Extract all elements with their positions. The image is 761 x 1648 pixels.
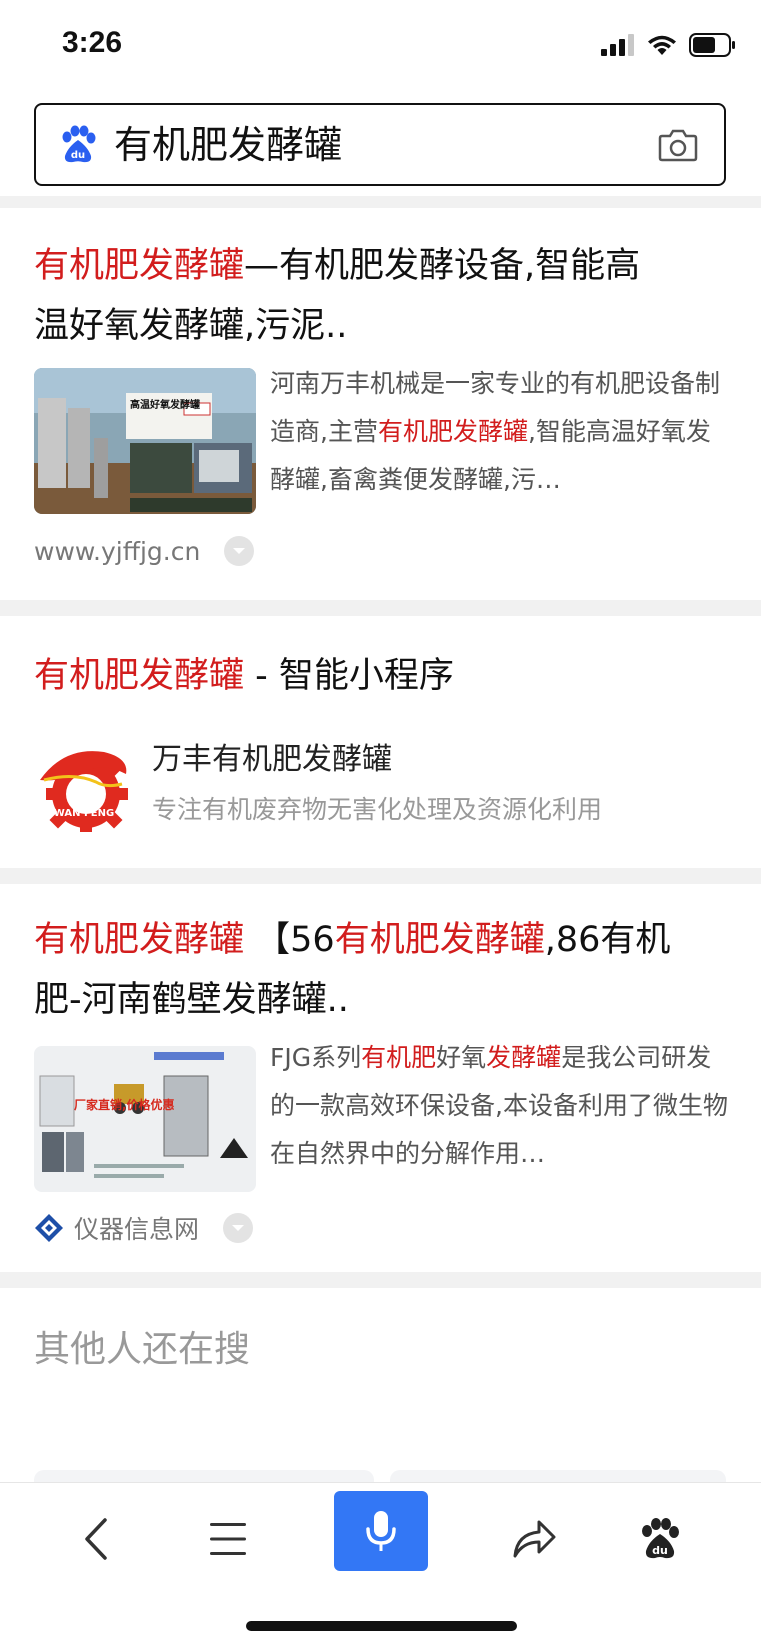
svg-text:du: du bbox=[652, 1544, 668, 1557]
battery-icon bbox=[689, 33, 735, 57]
instrument-site-logo-icon bbox=[35, 1214, 63, 1242]
abstract-highlight-2: 发酵罐 bbox=[486, 1043, 562, 1072]
thumbnail-caption: 高温好氧发酵罐 bbox=[130, 400, 200, 411]
separator bbox=[0, 1272, 761, 1288]
result-card-3[interactable]: 有机肥发酵罐 【56有机肥发酵罐,86有机 肥-河南鹤壁发酵罐.. 厂家直销,价… bbox=[0, 884, 761, 1272]
related-search-chip[interactable] bbox=[390, 1470, 726, 1482]
baidu-logo-icon: du bbox=[62, 125, 96, 163]
share-button[interactable] bbox=[504, 1509, 564, 1569]
mini-program-name[interactable]: 万丰有机肥发酵罐 bbox=[152, 734, 392, 778]
back-arrow-icon bbox=[85, 1518, 107, 1560]
status-icons bbox=[601, 32, 735, 58]
abstract-highlight: 有机肥 bbox=[361, 1043, 437, 1072]
title-text: - 智能小程序 bbox=[244, 656, 454, 696]
related-searches-title: 其他人还在搜 bbox=[34, 1329, 251, 1370]
more-options-button[interactable] bbox=[224, 536, 255, 566]
thumbnail-image bbox=[34, 1046, 256, 1192]
title-text: —有机肥发酵设备,智能高 bbox=[244, 246, 641, 286]
result-source[interactable]: 仪器信息网 bbox=[34, 1210, 254, 1246]
voice-search-button[interactable] bbox=[334, 1491, 428, 1571]
separator bbox=[0, 868, 761, 884]
title-text-line2: 温好氧发酵罐,污泥.. bbox=[34, 306, 348, 346]
result-abstract: 河南万丰机械是一家专业的有机肥设备制造商,主营有机肥发酵罐,智能高温好氧发酵罐,… bbox=[270, 360, 730, 504]
search-box[interactable]: du 有机肥发酵罐 bbox=[34, 103, 726, 186]
baidu-paw-icon: du bbox=[642, 1518, 679, 1559]
result-abstract: FJG系列有机肥好氧发酵罐是我公司研发的一款高效环保设备,本设备利用了微生物在自… bbox=[270, 1034, 730, 1178]
status-time: 3:26 bbox=[62, 26, 123, 59]
menu-icon bbox=[210, 1523, 246, 1555]
wifi-icon bbox=[648, 35, 676, 55]
chevron-down-icon bbox=[232, 1225, 245, 1231]
abstract-highlight: 有机肥发酵罐 bbox=[377, 417, 528, 446]
mini-program-description: 专注有机废弃物无害化处理及资源化利用 bbox=[152, 795, 603, 824]
thumbnail-image bbox=[34, 368, 256, 514]
svg-text:WAN FENG: WAN FENG bbox=[54, 808, 114, 819]
related-search-chip[interactable] bbox=[34, 1470, 374, 1482]
title-highlight: 有机肥发酵罐 bbox=[34, 246, 245, 286]
camera-icon[interactable] bbox=[658, 127, 698, 163]
chevron-down-icon bbox=[233, 548, 246, 554]
related-searches: 其他人还在搜 bbox=[0, 1288, 761, 1482]
title-highlight: 有机肥发酵罐 bbox=[34, 656, 245, 696]
title-text: 【56 bbox=[244, 920, 335, 960]
home-indicator[interactable] bbox=[246, 1621, 517, 1631]
share-icon bbox=[513, 1520, 556, 1558]
more-options-button[interactable] bbox=[223, 1213, 254, 1243]
result-title[interactable]: 有机肥发酵罐 【56有机肥发酵罐,86有机 肥-河南鹤壁发酵罐.. bbox=[34, 910, 734, 1030]
search-query[interactable]: 有机肥发酵罐 bbox=[114, 119, 342, 171]
result-source[interactable]: www.yjffjg.cn bbox=[34, 536, 255, 566]
title-highlight: 有机肥发酵罐 bbox=[34, 920, 245, 960]
title-text-line2: 肥-河南鹤壁发酵罐.. bbox=[34, 980, 349, 1020]
abstract-text: FJG系列 bbox=[270, 1043, 362, 1072]
title-highlight-2: 有机肥发酵罐 bbox=[334, 920, 545, 960]
result-thumbnail[interactable]: 高温好氧发酵罐 bbox=[34, 368, 256, 514]
wanfeng-logo-icon: WAN FENG bbox=[40, 751, 128, 832]
bottom-nav-bar: du bbox=[0, 1482, 761, 1648]
svg-text:du: du bbox=[71, 150, 85, 161]
title-text-2: ,86有机 bbox=[544, 920, 671, 960]
separator bbox=[0, 196, 761, 208]
back-button[interactable] bbox=[66, 1509, 126, 1569]
thumbnail-caption: 厂家直销,价格优惠 bbox=[74, 1098, 175, 1112]
result-title[interactable]: 有机肥发酵罐 - 智能小程序 bbox=[34, 646, 734, 706]
separator bbox=[0, 600, 761, 616]
baidu-home-button[interactable]: du bbox=[630, 1509, 690, 1569]
status-bar: 3:26 bbox=[0, 0, 761, 92]
cellular-signal-icon bbox=[601, 34, 634, 56]
result-card-2[interactable]: 有机肥发酵罐 - 智能小程序 WAN FENG 万丰有机肥发酵罐 专注有机废弃物… bbox=[0, 616, 761, 868]
menu-button[interactable] bbox=[198, 1509, 258, 1569]
source-name[interactable]: 仪器信息网 bbox=[74, 1210, 199, 1246]
abstract-text-2: 好氧 bbox=[436, 1043, 487, 1072]
result-title[interactable]: 有机肥发酵罐—有机肥发酵设备,智能高 温好氧发酵罐,污泥.. bbox=[34, 236, 734, 356]
source-url[interactable]: www.yjffjg.cn bbox=[34, 537, 200, 566]
result-card-1[interactable]: 有机肥发酵罐—有机肥发酵设备,智能高 温好氧发酵罐,污泥.. 高温好氧发酵罐 河… bbox=[0, 208, 761, 600]
result-thumbnail[interactable]: 厂家直销,价格优惠 bbox=[34, 1046, 256, 1192]
microphone-icon bbox=[366, 1511, 396, 1551]
